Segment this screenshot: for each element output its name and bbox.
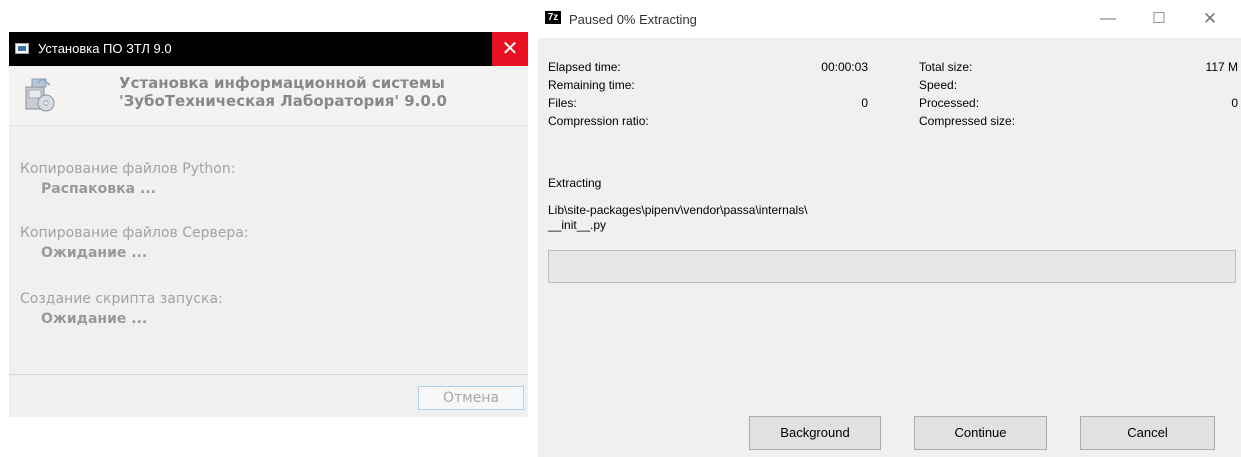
maximize-button[interactable]: ☐: [1146, 7, 1172, 31]
close-button[interactable]: ✕: [492, 32, 528, 66]
background-button[interactable]: Background: [749, 416, 881, 450]
files-value: 0: [861, 96, 868, 110]
installer-header: Установка информационной системы 'ЗубоТе…: [9, 66, 528, 125]
files-label: Files:: [548, 96, 577, 110]
installer-title: Установка ПО ЗТЛ 9.0: [38, 41, 172, 56]
header-divider: [9, 125, 528, 126]
processed-label: Processed:: [919, 96, 980, 110]
progress-bar: [548, 250, 1236, 283]
header-title-line1: Установка информационной системы: [119, 74, 445, 92]
footer-divider: [9, 374, 528, 375]
processed-value: 0: [1231, 96, 1238, 110]
installer-window: Установка ПО ЗТЛ 9.0 ✕ Установка информа…: [9, 32, 528, 417]
cancel-button[interactable]: Отмена: [418, 386, 524, 410]
step-server-status: Ожидание ...: [41, 245, 148, 261]
operation-status: Extracting: [548, 176, 602, 190]
compressed-size-label: Compressed size:: [919, 114, 1016, 128]
step-python-label: Копирование файлов Python:: [20, 161, 236, 177]
total-size-value: 117 M: [1205, 60, 1238, 74]
elapsed-time-value: 00:00:03: [821, 60, 868, 74]
7zip-logo-icon: 7z: [545, 11, 561, 24]
sevenzip-window: 7z Paused 0% Extracting — ☐ ✕ Elapsed ti…: [538, 0, 1241, 457]
step-script-status: Ожидание ...: [41, 311, 148, 327]
continue-button[interactable]: Continue: [914, 416, 1047, 450]
speed-label: Speed:: [919, 78, 958, 92]
window-app-icon: [15, 43, 29, 54]
minimize-button[interactable]: —: [1095, 7, 1121, 31]
elapsed-time-label: Elapsed time:: [548, 60, 621, 74]
sevenzip-titlebar[interactable]: 7z Paused 0% Extracting — ☐ ✕: [538, 0, 1241, 38]
header-title-line2: 'ЗубоТехническая Лаборатория' 9.0.0: [119, 92, 447, 110]
current-file-path-line2: __init__.py: [548, 218, 607, 232]
cancel-button[interactable]: Cancel: [1080, 416, 1215, 450]
step-server-label: Копирование файлов Сервера:: [20, 225, 249, 241]
step-python-status: Распаковка ...: [41, 181, 156, 197]
compression-ratio-label: Compression ratio:: [548, 114, 649, 128]
current-file-path-line1: Lib\site-packages\pipenv\vendor\passa\in…: [548, 203, 808, 217]
total-size-label: Total size:: [919, 60, 973, 74]
installer-package-icon: [25, 78, 55, 112]
sevenzip-title: Paused 0% Extracting: [569, 12, 697, 27]
remaining-time-label: Remaining time:: [548, 78, 635, 92]
step-script-label: Создание скрипта запуска:: [20, 291, 223, 307]
installer-titlebar[interactable]: Установка ПО ЗТЛ 9.0 ✕: [9, 32, 528, 66]
close-button[interactable]: ✕: [1197, 7, 1223, 31]
